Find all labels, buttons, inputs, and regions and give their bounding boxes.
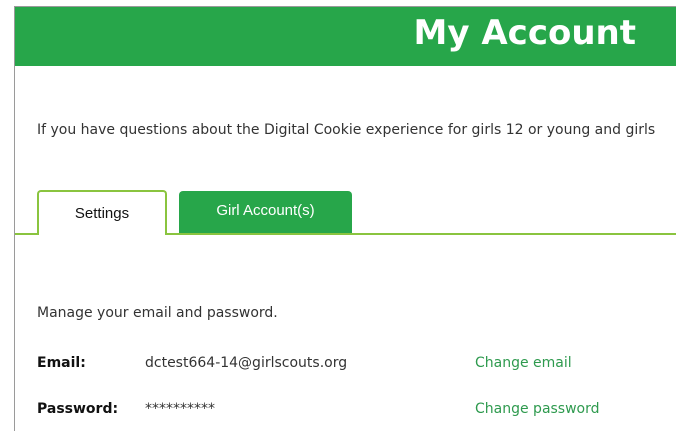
tab-settings[interactable]: Settings — [37, 190, 167, 235]
email-row: Email: dctest664-14@girlscouts.org Chang… — [37, 355, 657, 377]
password-label: Password: — [37, 401, 119, 417]
email-value: dctest664-14@girlscouts.org — [145, 355, 348, 371]
change-email-link[interactable]: Change email — [475, 355, 572, 371]
page-title: My Account — [413, 13, 636, 53]
manage-description: Manage your email and password. — [37, 305, 278, 321]
password-value: ********** — [145, 401, 215, 417]
password-row: Password: ********** Change password — [37, 401, 657, 423]
intro-text: If you have questions about the Digital … — [37, 122, 656, 138]
email-label: Email: — [37, 355, 86, 371]
account-page: My Account If you have questions about t… — [14, 6, 676, 431]
tab-girl-accounts[interactable]: Girl Account(s) — [179, 191, 352, 233]
page-header: My Account — [15, 7, 676, 66]
change-password-link[interactable]: Change password — [475, 401, 600, 417]
